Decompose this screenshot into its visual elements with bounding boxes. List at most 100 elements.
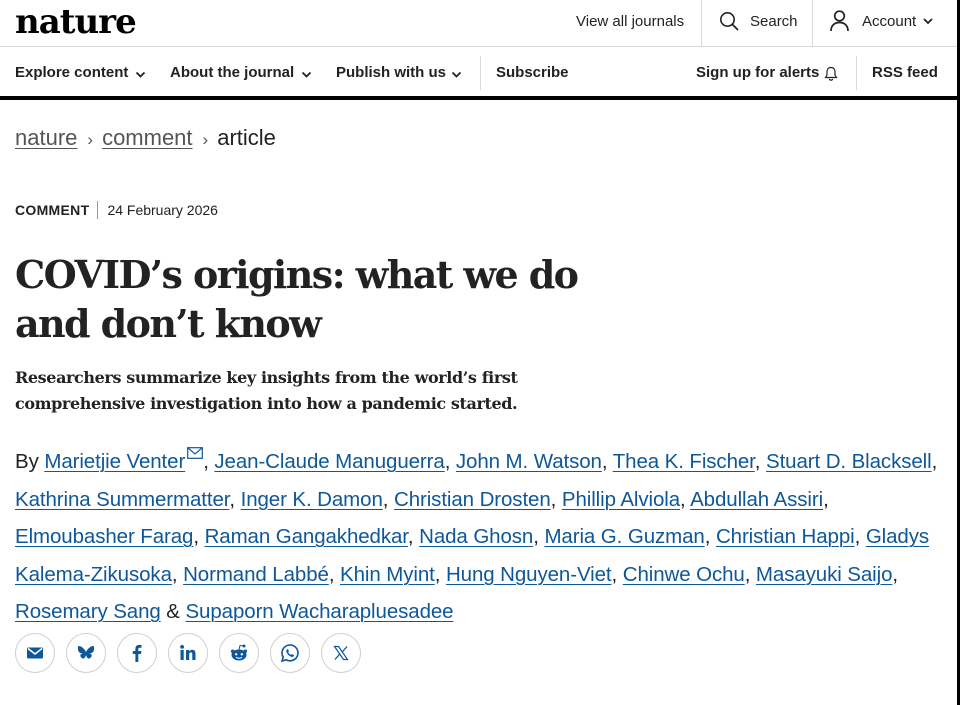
author-link[interactable]: Masayuki Saijo — [756, 563, 893, 586]
title-line-2: and don’t know — [15, 301, 322, 346]
author-ampersand: & — [166, 600, 180, 623]
author-comma: , — [328, 562, 335, 586]
publish-with-us-menu[interactable]: Publish with us — [336, 47, 463, 96]
explore-content-menu[interactable]: Explore content — [15, 47, 147, 96]
title-line-1: COVID’s origins: what we do — [15, 252, 579, 297]
nav-divider — [480, 56, 481, 90]
email-icon[interactable] — [187, 447, 204, 459]
author-link[interactable]: Maria G. Guzman — [544, 525, 704, 548]
about-journal-menu[interactable]: About the journal — [170, 47, 313, 96]
nature-logo[interactable]: nature — [15, 2, 137, 42]
author-comma: , — [193, 525, 199, 548]
breadcrumb-separator: › — [202, 130, 209, 149]
author-link[interactable]: Khin Myint — [340, 563, 435, 586]
author-link[interactable]: Marietjie Venter — [44, 450, 185, 473]
chevron-down-icon — [451, 71, 462, 78]
view-all-journals-link[interactable]: View all journals — [576, 0, 684, 46]
main-nav: Explore content About the journal Publis… — [0, 47, 957, 100]
author-link[interactable]: Phillip Alviola — [562, 488, 680, 511]
author-comma: , — [704, 525, 711, 548]
search-button[interactable]: Search — [701, 0, 813, 46]
author-link[interactable]: Jean-Claude Manuguerra — [214, 450, 444, 473]
x-icon — [333, 645, 349, 661]
alerts-label: Sign up for alerts — [696, 64, 820, 81]
facebook-icon — [132, 644, 142, 662]
share-bluesky-button[interactable] — [66, 633, 106, 673]
author-comma: , — [382, 487, 389, 511]
alerts-link[interactable]: Sign up for alerts — [696, 47, 842, 96]
author-link[interactable]: Raman Gangakhedkar — [205, 525, 408, 548]
author-link[interactable]: Christian Drosten — [394, 488, 551, 511]
subscribe-link[interactable]: Subscribe — [496, 47, 569, 96]
article-title: COVID’s origins: what we do and don’t kn… — [15, 250, 615, 348]
breadcrumb-comment[interactable]: comment — [102, 125, 192, 150]
breadcrumb-separator: › — [87, 130, 94, 149]
email-icon — [27, 647, 43, 659]
search-icon — [720, 12, 739, 31]
author-comma: , — [203, 450, 209, 473]
article-type: COMMENT — [15, 202, 90, 218]
share-linkedin-button[interactable] — [168, 633, 208, 673]
author-comma: , — [434, 562, 441, 586]
author-comma: , — [823, 487, 829, 511]
author-comma: , — [171, 562, 178, 586]
publish-with-us-label: Publish with us — [336, 64, 447, 81]
author-comma: , — [407, 525, 414, 548]
account-label: Account — [862, 13, 917, 30]
about-journal-label: About the journal — [170, 64, 295, 81]
share-x-button[interactable] — [321, 633, 361, 673]
reddit-icon — [230, 644, 248, 661]
author-link[interactable]: Hung Nguyen-Viet — [446, 563, 612, 586]
author-comma: , — [611, 562, 618, 586]
author-link[interactable]: Supaporn Wacharapluesadee — [185, 600, 453, 623]
author-comma: , — [744, 562, 751, 586]
article-date: 24 February 2026 — [107, 202, 218, 218]
author-comma: , — [444, 450, 451, 473]
chevron-down-icon — [135, 71, 146, 78]
author-comma: , — [854, 525, 861, 548]
author-link[interactable]: Elmoubasher Farag — [15, 525, 193, 548]
explore-content-label: Explore content — [15, 64, 129, 81]
breadcrumb: nature › comment › article — [15, 125, 276, 151]
share-whatsapp-button[interactable] — [270, 633, 310, 673]
breadcrumb-current: article — [217, 125, 276, 150]
share-facebook-button[interactable] — [117, 633, 157, 673]
rss-feed-link[interactable]: RSS feed — [872, 47, 938, 96]
author-comma: , — [601, 450, 608, 473]
article-meta: COMMENT 24 February 2026 — [15, 201, 218, 219]
bluesky-icon — [77, 646, 95, 659]
standfirst-line-2: comprehensive investigation into how a p… — [15, 394, 518, 413]
author-link[interactable]: Stuart D. Blacksell — [766, 450, 932, 473]
standfirst-line-1: Researchers summarize key insights from … — [15, 368, 518, 387]
author-comma: , — [533, 525, 539, 548]
author-comma: , — [229, 487, 235, 511]
author-link[interactable]: Thea K. Fischer — [613, 450, 755, 473]
by-label: By — [15, 450, 39, 473]
share-reddit-button[interactable] — [219, 633, 259, 673]
user-icon — [830, 10, 849, 32]
nav-divider — [856, 56, 857, 90]
author-link[interactable]: Abdullah Assiri — [690, 488, 823, 511]
author-comma: , — [754, 450, 761, 473]
author-comma: , — [550, 487, 557, 511]
chevron-down-icon — [923, 18, 933, 25]
author-link[interactable]: Inger K. Damon — [241, 488, 383, 511]
author-link[interactable]: Kathrina Summermatter — [15, 488, 229, 511]
breadcrumb-nature[interactable]: nature — [15, 125, 77, 150]
author-link[interactable]: Chinwe Ochu — [623, 563, 745, 586]
share-email-button[interactable] — [15, 633, 55, 673]
top-header: nature View all journals Search Account — [0, 0, 957, 47]
author-link[interactable]: Nada Ghosn — [419, 525, 533, 548]
bell-icon — [824, 66, 838, 81]
author-link[interactable]: Rosemary Sang — [15, 600, 161, 623]
author-list: By Marietjie Venter, Jean-Claude Manugue… — [15, 443, 950, 631]
author-link[interactable]: Normand Labbé — [183, 563, 329, 586]
whatsapp-icon — [280, 644, 299, 663]
article-standfirst: Researchers summarize key insights from … — [15, 365, 535, 417]
linkedin-icon — [180, 645, 196, 660]
author-link[interactable]: John M. Watson — [456, 450, 602, 473]
author-comma: , — [931, 450, 938, 473]
author-link[interactable]: Christian Happi — [716, 525, 855, 548]
chevron-down-icon — [301, 71, 312, 78]
search-label: Search — [750, 13, 798, 30]
